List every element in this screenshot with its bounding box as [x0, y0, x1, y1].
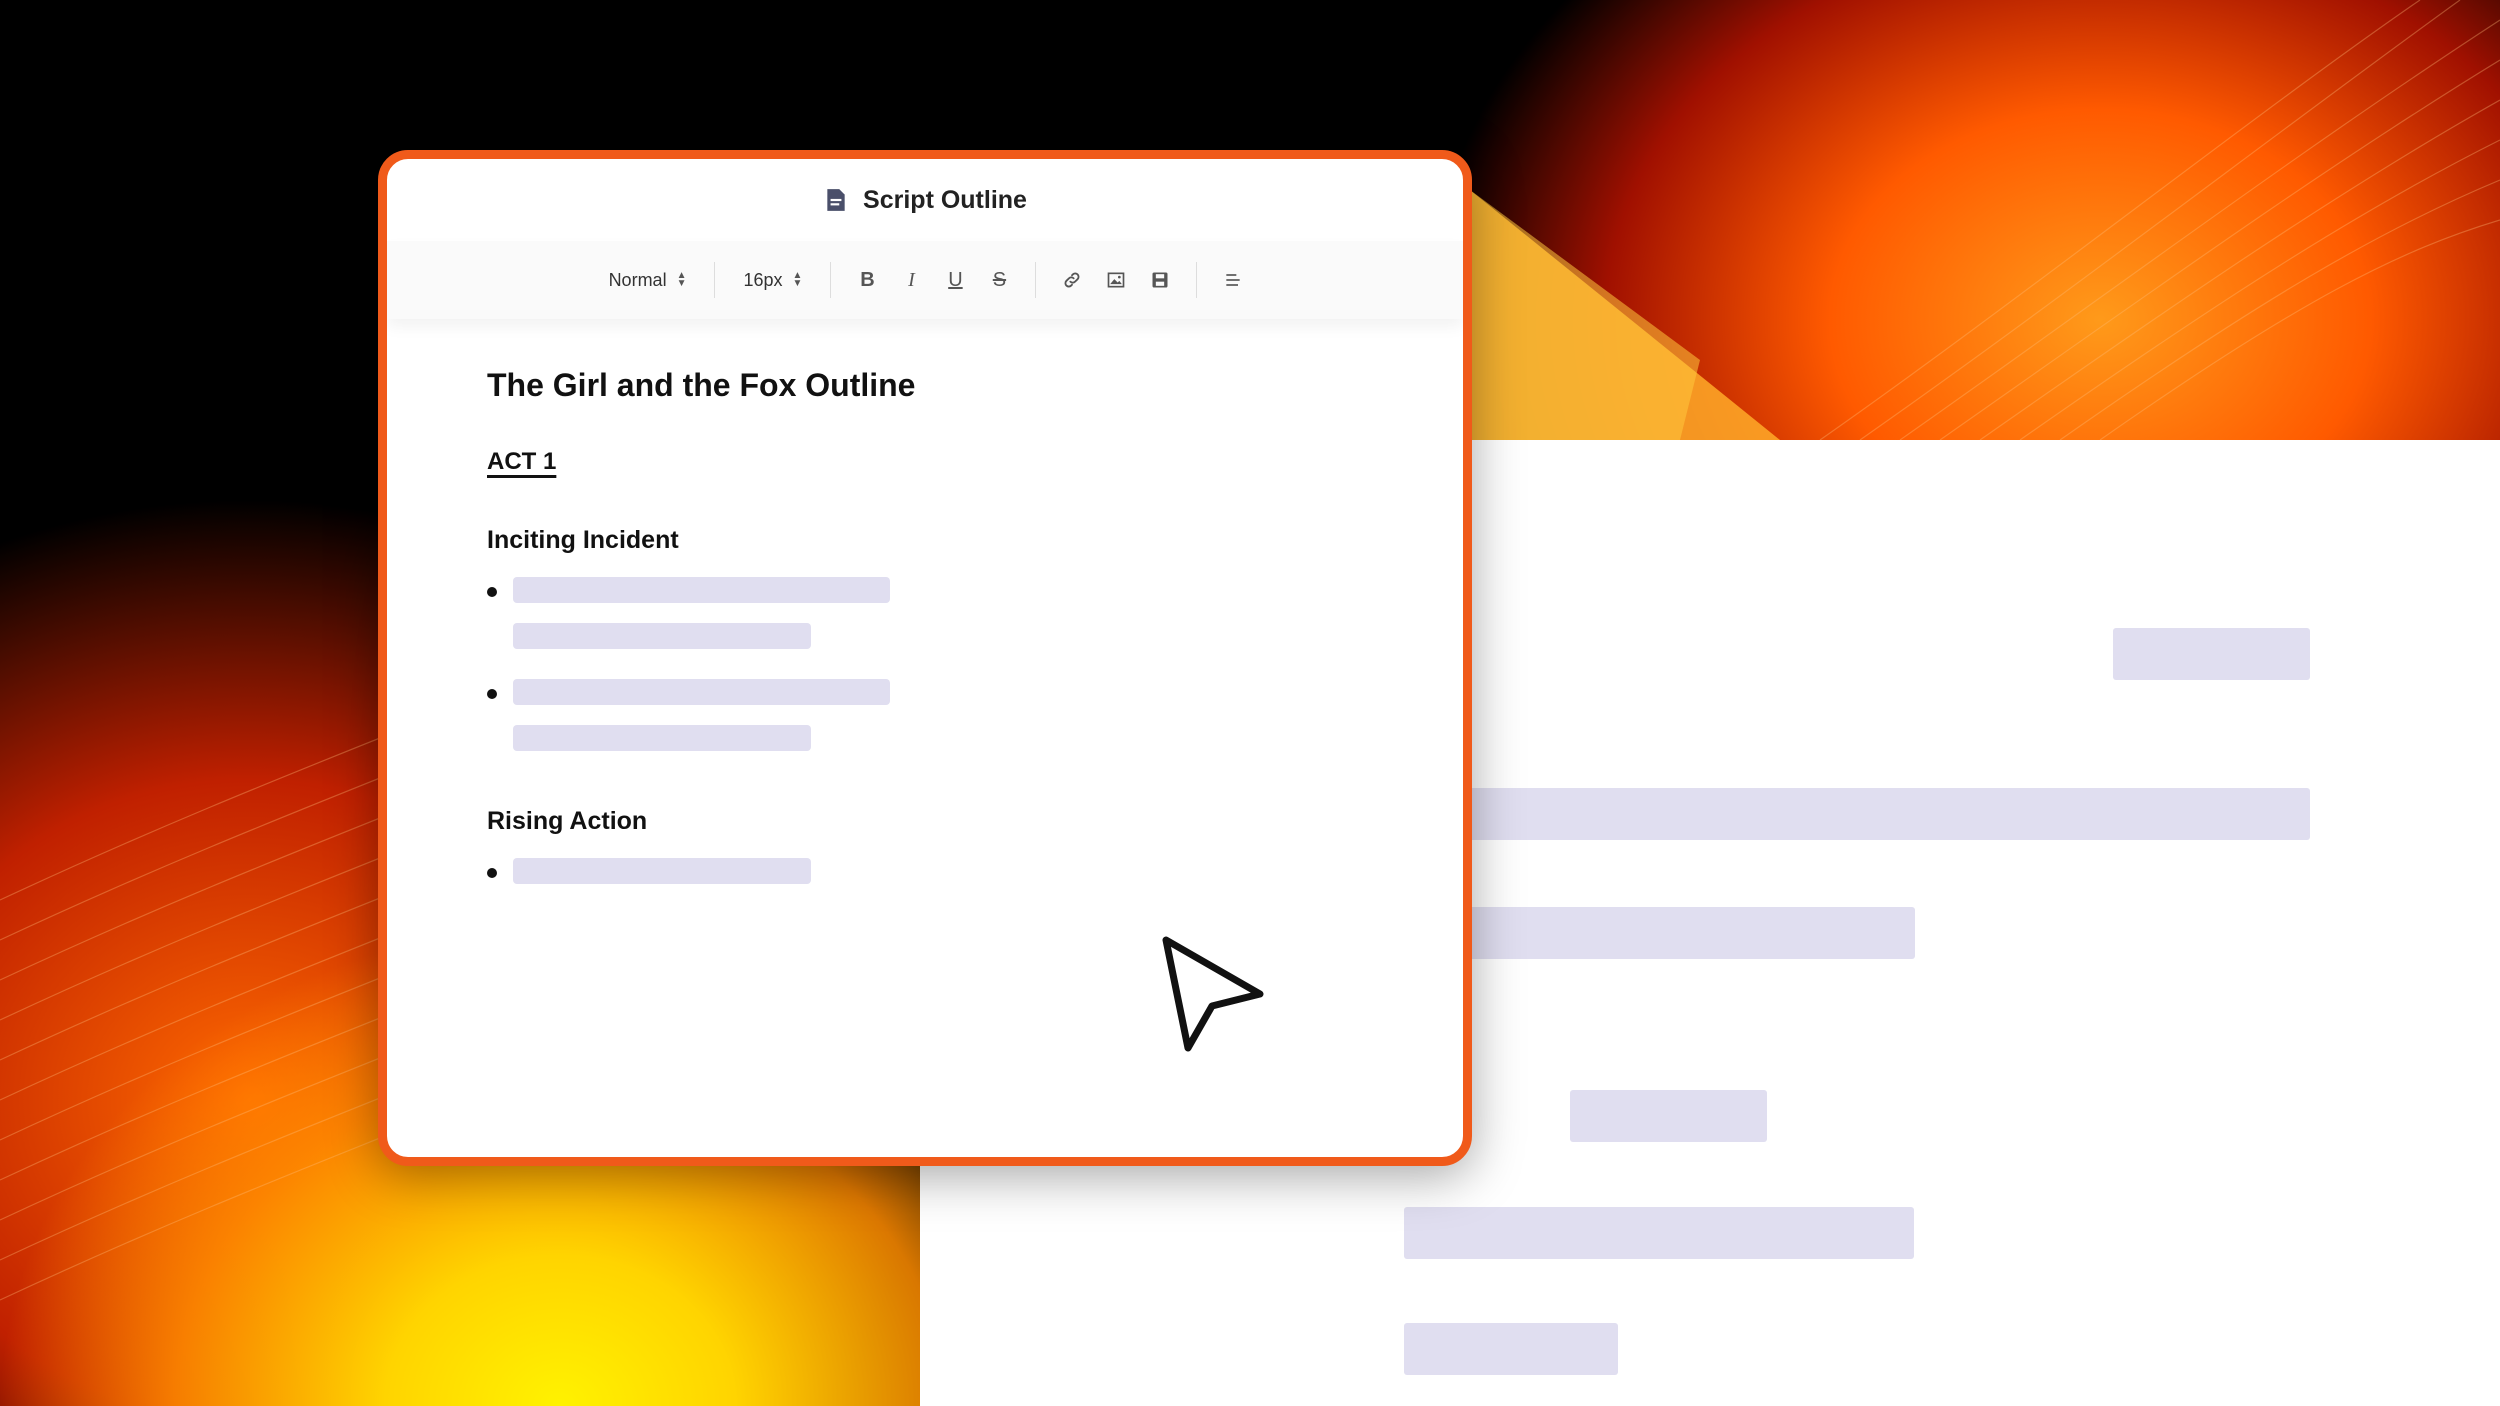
italic-icon: I [908, 268, 915, 291]
act-heading: ACT 1 [487, 448, 557, 475]
formatting-toolbar: Normal ▲ ▼ 16px ▲ ▼ B I U S [387, 241, 1463, 319]
list-item [487, 858, 1463, 884]
bullet-icon [487, 868, 497, 878]
toolbar-divider [1035, 262, 1037, 298]
title-bar: Script Outline [387, 159, 1463, 241]
section-heading-rising-action: Rising Action [487, 807, 648, 835]
window-title: Script Outline [863, 185, 1027, 214]
select-arrows-icon: ▲ ▼ [676, 270, 687, 289]
text-style-value: Normal [608, 269, 667, 290]
toolbar-divider [714, 262, 716, 298]
placeholder-block [1404, 1207, 1914, 1259]
strikethrough-button[interactable]: S [983, 264, 1015, 296]
image-button[interactable] [1100, 264, 1132, 296]
bullet-icon [487, 587, 497, 597]
strikethrough-icon: S [992, 268, 1007, 291]
text-placeholder [513, 577, 890, 603]
list-item [487, 679, 1463, 751]
toolbar-divider [830, 262, 832, 298]
align-icon [1226, 274, 1241, 286]
link-icon [1064, 272, 1080, 288]
underline-icon: U [948, 268, 963, 291]
select-arrows-icon: ▲ ▼ [792, 270, 803, 289]
bold-button[interactable]: B [851, 264, 883, 296]
placeholder-block [1570, 1090, 1767, 1142]
font-size-value: 16px [743, 269, 783, 290]
italic-button[interactable]: I [895, 264, 927, 296]
editor-window: Script Outline Normal ▲ ▼ 16px ▲ ▼ B I U S [378, 150, 1472, 1166]
text-style-select[interactable]: Normal ▲ ▼ [595, 270, 701, 291]
section-heading-inciting-incident: Inciting Incident [487, 526, 679, 554]
document-title: The Girl and the Fox Outline [487, 367, 916, 403]
text-placeholder [513, 623, 811, 649]
placeholder-block [1404, 1323, 1618, 1375]
mouse-cursor-icon [1162, 936, 1264, 1052]
underline-button[interactable]: U [939, 264, 971, 296]
bold-icon: B [860, 268, 875, 291]
text-placeholder [513, 858, 811, 884]
text-placeholder [513, 725, 811, 751]
list-item [487, 577, 1463, 649]
document-body[interactable]: The Girl and the Fox Outline ACT 1 Incit… [387, 319, 1463, 884]
toolbar-divider [1196, 262, 1198, 298]
save-button[interactable] [1144, 264, 1176, 296]
placeholder-block [2113, 628, 2310, 680]
align-button[interactable] [1217, 264, 1249, 296]
document-icon [823, 187, 849, 213]
font-size-select[interactable]: 16px ▲ ▼ [729, 270, 816, 291]
image-icon [1108, 272, 1125, 288]
text-placeholder [513, 679, 890, 705]
bullet-icon [487, 689, 497, 699]
link-button[interactable] [1056, 264, 1088, 296]
save-icon [1152, 272, 1168, 288]
